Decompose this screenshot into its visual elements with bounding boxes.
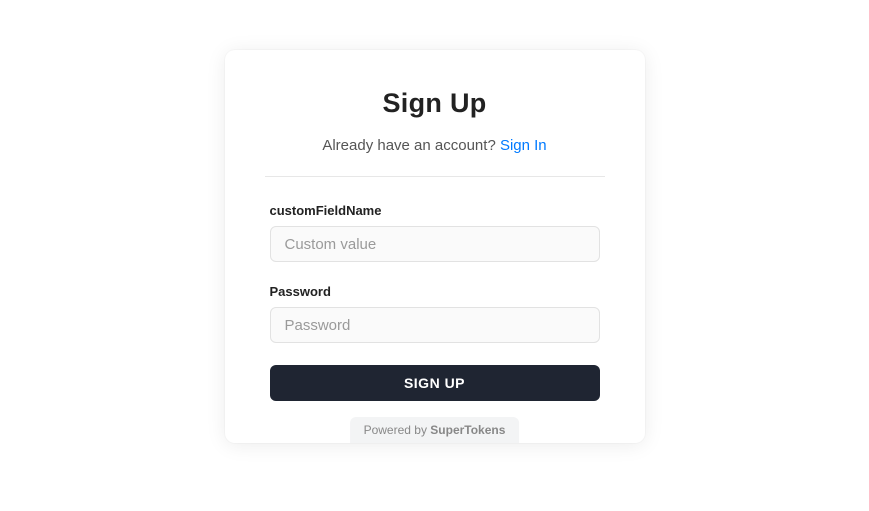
powered-brand: SuperTokens [430,423,505,437]
powered-prefix: Powered by [364,423,431,437]
subtitle: Already have an account? Sign In [270,137,600,154]
custom-field-label: customFieldName [270,203,600,218]
powered-by-badge[interactable]: Powered by SuperTokens [350,417,520,443]
signup-card: Sign Up Already have an account? Sign In… [225,50,645,443]
password-field-label: Password [270,284,600,299]
custom-field-input[interactable] [270,226,600,262]
password-field-input[interactable] [270,307,600,343]
divider [265,176,605,177]
subtitle-text: Already have an account? [322,137,500,154]
signup-button[interactable]: SIGN UP [270,365,600,401]
signin-link[interactable]: Sign In [500,137,547,154]
page-title: Sign Up [270,88,600,119]
